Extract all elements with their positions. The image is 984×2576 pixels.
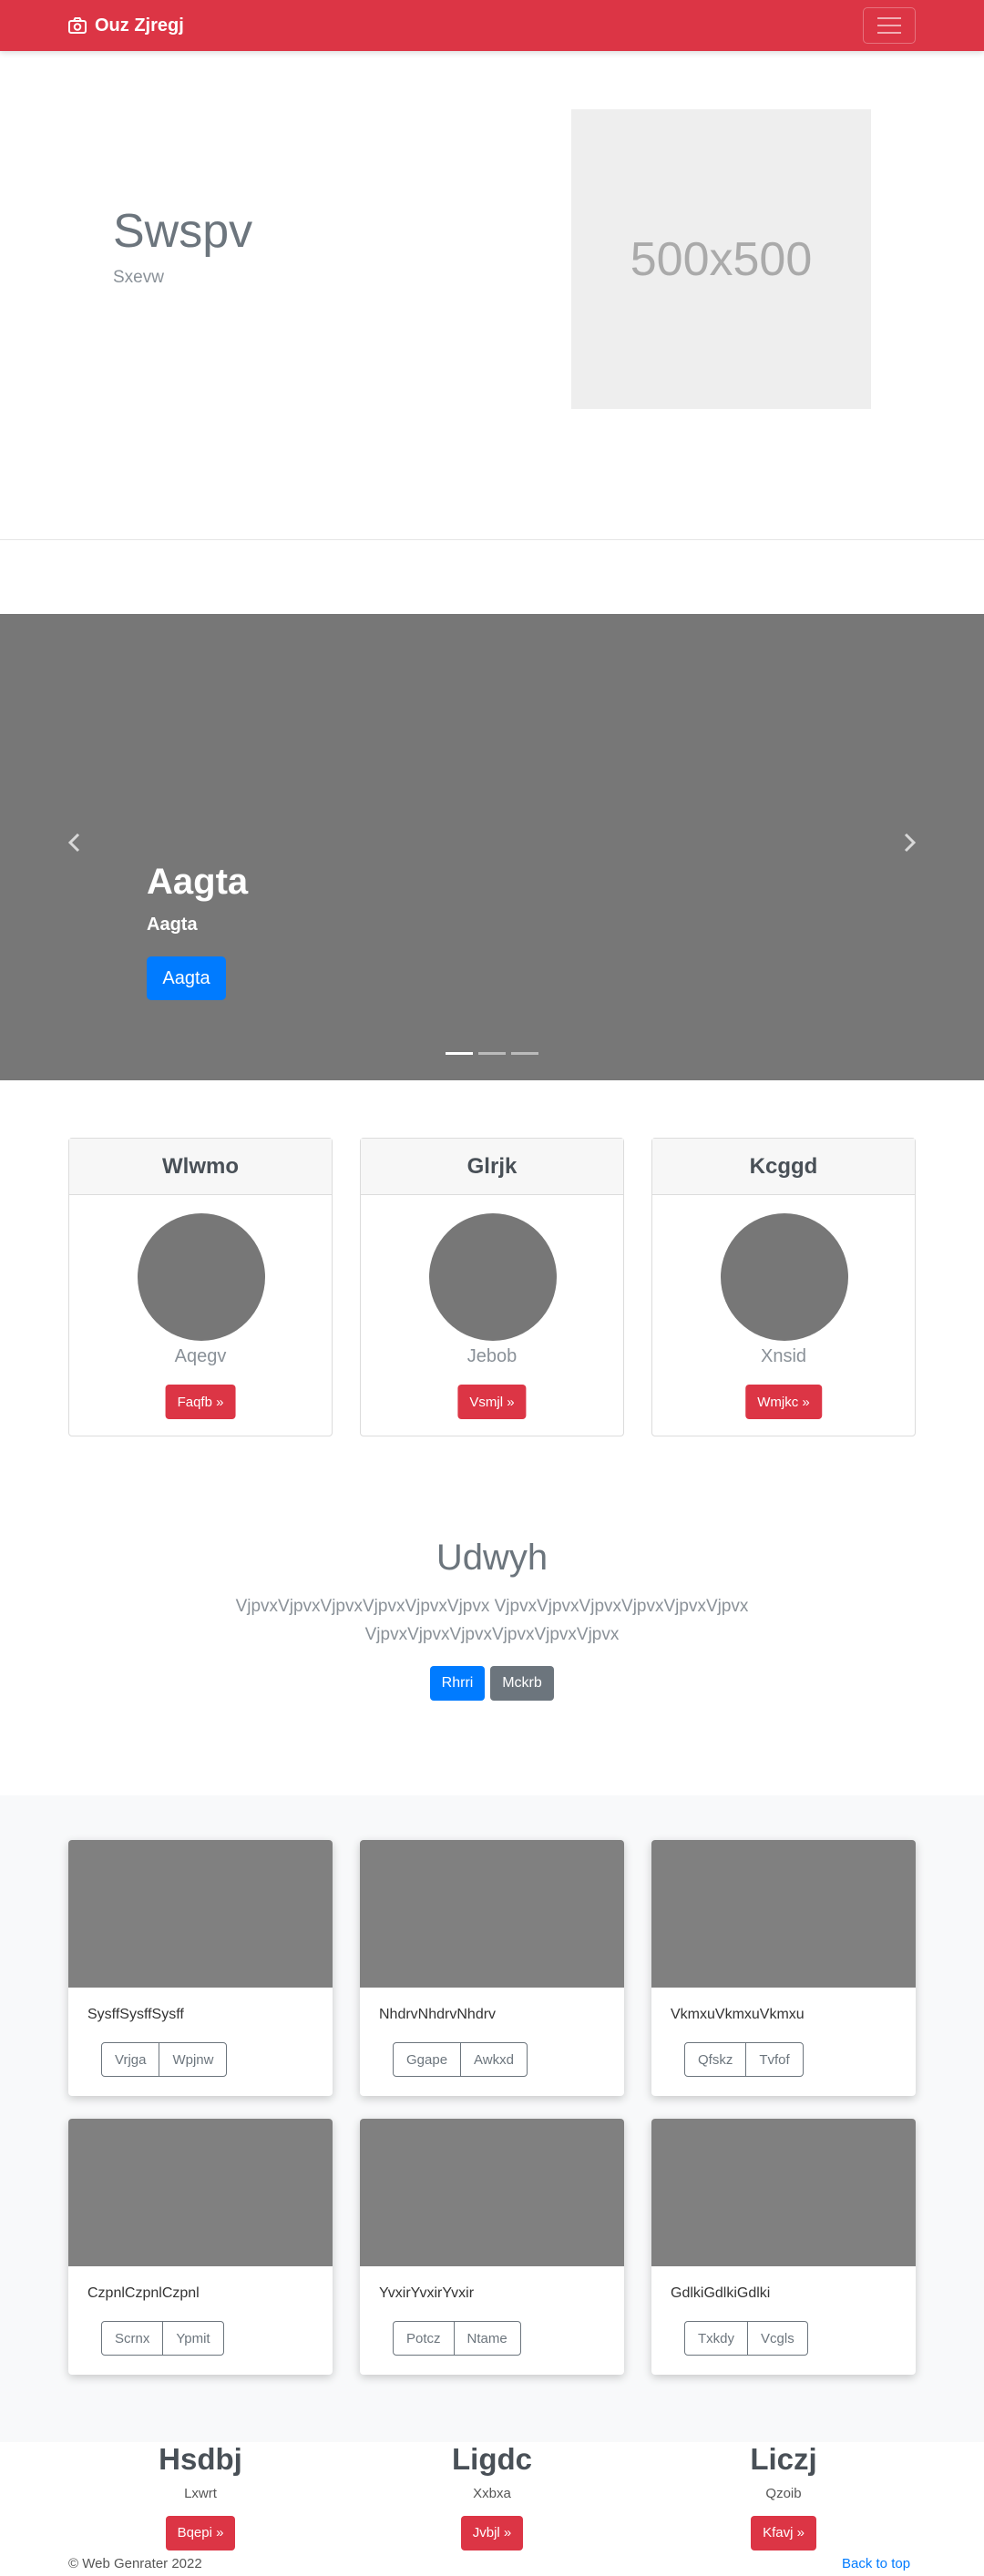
primary-button[interactable]: Rhrri	[430, 1666, 485, 1701]
feature-title: Ligdc	[452, 2442, 532, 2476]
feature-button[interactable]: Jvbjl »	[460, 2516, 524, 2550]
avatar	[429, 1213, 557, 1341]
album-card: GdlkiGdlkiGdlki Txkdy Vcgls	[651, 2119, 916, 2375]
jumbotron-buttons: Rhrri Mckrb	[0, 1666, 984, 1701]
card-button[interactable]: Ggape	[393, 2042, 462, 2077]
card-button-group: Scrnx Ypmit	[101, 2321, 224, 2356]
feature-column: Hsdbj Lxwrt Bqepi »	[64, 2440, 337, 2550]
card-thumbnail	[68, 2119, 333, 2266]
profile-card-header: Kcggd	[652, 1139, 915, 1195]
card-button-group: Vrjga Wpjnw	[101, 2042, 228, 2077]
card-button[interactable]: Vcgls	[747, 2321, 808, 2356]
camera-icon	[68, 17, 87, 34]
back-to-top-link[interactable]: Back to top	[842, 2556, 910, 2571]
card-text: SysffSysffSysff	[87, 2007, 184, 2022]
avatar	[138, 1213, 265, 1341]
album-card: VkmxuVkmxuVkmxu Qfskz Tvfof	[651, 1840, 916, 2096]
card-thumbnail	[360, 1840, 624, 1988]
carousel-indicator-1[interactable]	[446, 1052, 473, 1055]
feature-subtitle: Qzoib	[765, 2486, 802, 2501]
album-card: YvxirYvxirYvxir Potcz Ntame	[360, 2119, 624, 2375]
chevron-right-icon	[903, 833, 917, 857]
profile-card: Glrjk Jebob Vsmjl »	[360, 1138, 624, 1436]
footer-copyright: © Web Genrater 2022	[68, 2556, 202, 2571]
chevron-left-icon	[67, 833, 81, 857]
feature-subtitle: Lxwrt	[184, 2486, 217, 2501]
navbar-toggler-button[interactable]	[863, 7, 916, 44]
profile-card-header: Glrjk	[361, 1139, 623, 1195]
carousel-caption-title: Aagta	[147, 862, 249, 902]
carousel-caption-text: Aagta	[147, 915, 198, 935]
card-button[interactable]: Wpjnw	[159, 2042, 228, 2077]
feature-title: Hsdbj	[159, 2442, 242, 2476]
secondary-button[interactable]: Mckrb	[490, 1666, 554, 1701]
jumbotron-title: Udwyh	[436, 1538, 548, 1578]
profile-card: Kcggd Xnsid Wmjkc »	[651, 1138, 916, 1436]
carousel-prev-button[interactable]	[60, 831, 87, 858]
card-button-group: Potcz Ntame	[393, 2321, 521, 2356]
card-text: GdlkiGdlkiGdlki	[671, 2285, 771, 2301]
navbar: Ouz Zjregj	[0, 0, 984, 51]
card-button[interactable]: Qfskz	[684, 2042, 747, 2077]
brand-label: Ouz Zjregj	[95, 15, 184, 36]
carousel-indicators	[446, 1052, 538, 1055]
card-button-group: Ggape Awkxd	[393, 2042, 528, 2077]
profile-button[interactable]: Vsmjl »	[457, 1385, 527, 1419]
card-button[interactable]: Tvfof	[745, 2042, 804, 2077]
card-thumbnail	[651, 2119, 916, 2266]
navbar-brand[interactable]: Ouz Zjregj	[68, 0, 184, 51]
card-button[interactable]: Awkxd	[460, 2042, 528, 2077]
profile-name: Aqegv	[174, 1346, 227, 1366]
card-button[interactable]: Vrjga	[101, 2042, 160, 2077]
jumbotron-text: VjpvxVjpvxVjpvxVjpvxVjpvxVjpvx VjpvxVjpv…	[235, 1597, 749, 1644]
card-thumbnail	[360, 2119, 624, 2266]
section-divider	[0, 539, 984, 540]
carousel-indicator-2[interactable]	[478, 1052, 506, 1055]
card-thumbnail	[68, 1840, 333, 1988]
carousel: Aagta Aagta Aagta	[0, 614, 984, 1080]
carousel-next-button[interactable]	[897, 831, 924, 858]
album-card: SysffSysffSysff Vrjga Wpjnw	[68, 1840, 333, 2096]
feature-column: Liczj Qzoib Kfavj »	[647, 2440, 920, 2550]
hero-title: Swspv	[113, 205, 253, 258]
hero-placeholder-image: 500x500	[571, 109, 871, 409]
profile-card-header: Wlwmo	[69, 1139, 332, 1195]
feature-button[interactable]: Kfavj »	[751, 2516, 816, 2550]
carousel-indicator-3[interactable]	[511, 1052, 538, 1055]
card-button-group: Qfskz Tvfof	[684, 2042, 804, 2077]
profile-button[interactable]: Wmjkc »	[745, 1385, 822, 1419]
feature-column: Ligdc Xxbxa Jvbjl »	[355, 2440, 629, 2550]
profile-name: Xnsid	[760, 1346, 807, 1366]
card-button[interactable]: Ypmit	[162, 2321, 224, 2356]
card-button[interactable]: Potcz	[393, 2321, 455, 2356]
hero-subtitle: Sxevw	[113, 268, 164, 287]
card-button[interactable]: Scrnx	[101, 2321, 164, 2356]
card-button[interactable]: Txkdy	[684, 2321, 749, 2356]
card-thumbnail	[651, 1840, 916, 1988]
hamburger-icon	[877, 17, 901, 19]
avatar	[721, 1213, 848, 1341]
album-section: SysffSysffSysff Vrjga Wpjnw NhdrvNhdrvNh…	[0, 1795, 984, 2442]
card-button[interactable]: Ntame	[453, 2321, 521, 2356]
profile-card: Wlwmo Aqegv Faqfb »	[68, 1138, 333, 1436]
profile-button[interactable]: Faqfb »	[165, 1385, 236, 1419]
feature-title: Liczj	[750, 2442, 817, 2476]
album-card: NhdrvNhdrvNhdrv Ggape Awkxd	[360, 1840, 624, 2096]
profile-name: Jebob	[466, 1346, 518, 1366]
carousel-caption-button[interactable]: Aagta	[147, 956, 226, 1000]
card-text: CzpnlCzpnlCzpnl	[87, 2285, 200, 2301]
card-text: VkmxuVkmxuVkmxu	[671, 2007, 805, 2022]
feature-subtitle: Xxbxa	[473, 2486, 511, 2501]
card-text: YvxirYvxirYvxir	[379, 2285, 475, 2301]
album-card: CzpnlCzpnlCzpnl Scrnx Ypmit	[68, 2119, 333, 2375]
placeholder-image-label: 500x500	[630, 232, 813, 286]
card-text: NhdrvNhdrvNhdrv	[379, 2007, 497, 2022]
feature-button[interactable]: Bqepi »	[165, 2516, 236, 2550]
card-button-group: Txkdy Vcgls	[684, 2321, 808, 2356]
